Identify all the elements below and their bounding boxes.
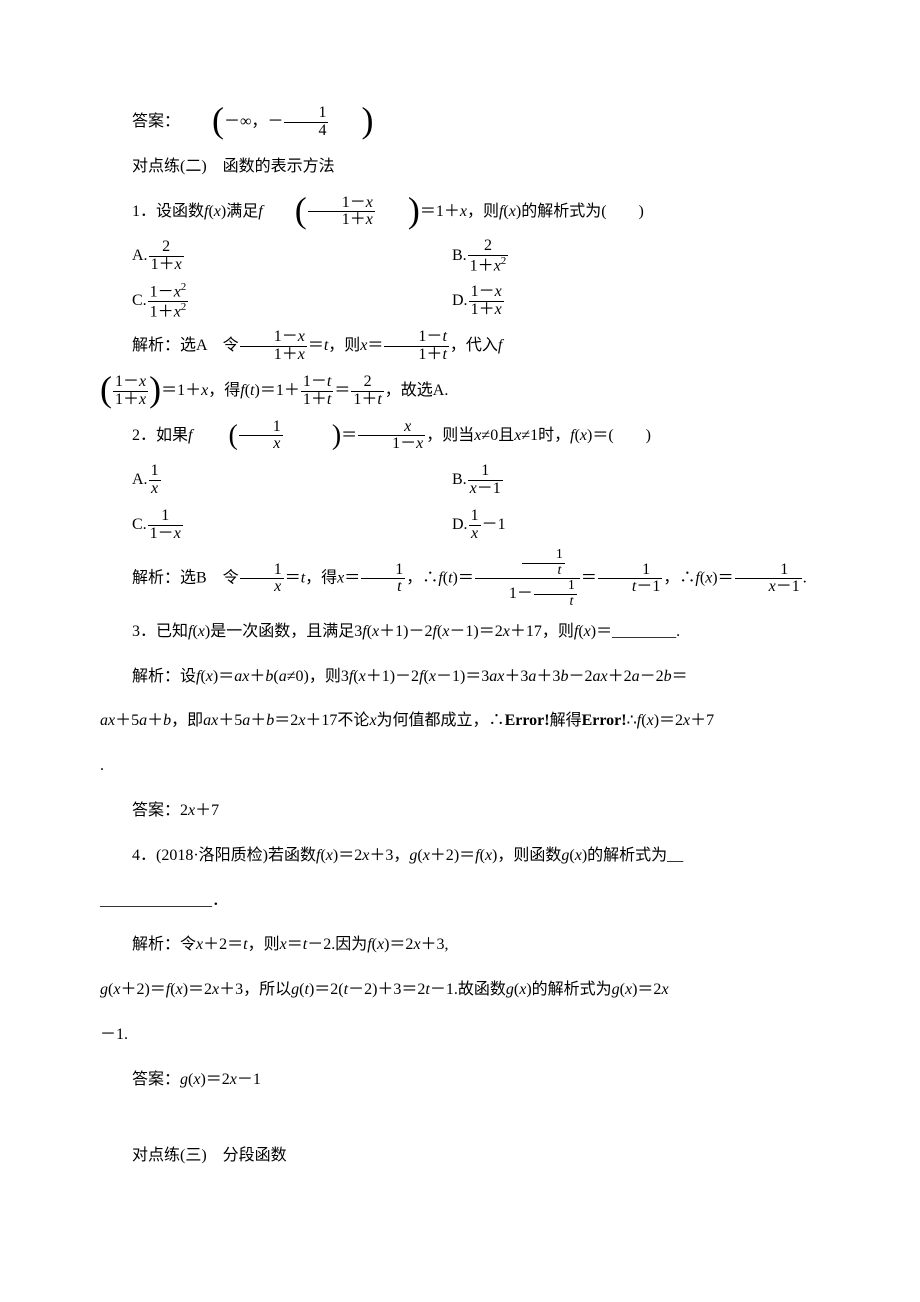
q2-choice-d: D.1x－1 (452, 503, 820, 548)
rparen-icon: ) (329, 106, 373, 135)
q1-choices-row1: A.21＋x B.21＋x2 (132, 234, 820, 279)
q1-choice-a: A.21＋x (132, 234, 452, 279)
lparen-icon: ( (100, 375, 112, 404)
q4-blank: ______________． (100, 879, 820, 924)
frac-1-4: 14 (284, 105, 328, 140)
q1-choice-c: C.1－x21＋x2 (132, 279, 452, 324)
q2-choice-c: C.11－x (132, 503, 452, 548)
q1-solution-line1: 解析：选A 令1－x1＋x＝t，则x＝1－t1＋t，代入f (100, 324, 820, 369)
q3-answer: 答案：2x＋7 (100, 789, 820, 834)
q3-solution-line2: ax＋5a＋b，即ax＋5a＋b＝2x＋17不论x为何值都成立，∴Error!解… (100, 699, 820, 744)
neg-inf: －∞， (224, 113, 267, 130)
q1-choices-row2: C.1－x21＋x2 D.1－x1＋x (132, 279, 820, 324)
rparen-icon: ) (149, 375, 161, 404)
lparen-icon: ( (180, 106, 224, 135)
q4-solution-line1: 解析：令x＋2＝t，则x＝t－2.因为f(x)＝2x＋3, (100, 923, 820, 968)
rparen-icon: ) (376, 196, 420, 225)
q1-choice-b: B.21＋x2 (452, 234, 820, 279)
q3-solution-dot: . (100, 744, 820, 789)
q4-solution-line2: g(x＋2)＝f(x)＝2x＋3，所以g(t)＝2(t－2)＋3＝2t－1.故函… (100, 968, 820, 1013)
section-2-title: 对点练(二) 函数的表示方法 (100, 145, 820, 190)
q4-stem: 4．(2018·洛阳质检)若函数f(x)＝2x＋3，g(x＋2)＝f(x)，则函… (100, 834, 820, 879)
section-3-title: 对点练(三) 分段函数 (100, 1134, 820, 1179)
q1-choice-d: D.1－x1＋x (452, 279, 820, 324)
q2-choices-row1: A.1x B.1x－1 (132, 458, 820, 503)
answer-label: 答案： (132, 113, 180, 130)
q4-solution-line3: －1. (100, 1013, 820, 1058)
q1-solution-line2: (1－x1＋x)＝1＋x，得f(t)＝1＋1－t1＋t＝21＋t，故选A. (100, 369, 820, 414)
q2-stem: 2．如果f (1x )＝x1－x，则当x≠0且x≠1时，f(x)＝( ) (100, 414, 820, 459)
q2-choices-row2: C.11－x D.1x－1 (132, 503, 820, 548)
page: 答案：(－∞，－14) 对点练(二) 函数的表示方法 1．设函数f(x)满足f(… (0, 0, 920, 1239)
nested-frac: 1t1－1t (475, 548, 580, 610)
neg-sign: － (267, 113, 283, 130)
q2-choice-a: A.1x (132, 458, 452, 503)
q4-answer: 答案：g(x)＝2x－1 (100, 1058, 820, 1103)
lparen-icon: ( (263, 196, 307, 225)
q2-solution: 解析：选B 令1x＝t，得x＝1t，∴f(t)＝1t1－1t＝1t－1，∴f(x… (100, 548, 820, 610)
q2-choice-b: B.1x－1 (452, 458, 820, 503)
answer-0: 答案：(－∞，－14) (100, 100, 820, 145)
lparen-icon: ( (196, 423, 237, 448)
spacer (100, 1102, 820, 1134)
q1-stem: 1．设函数f(x)满足f(1－x1＋x)＝1＋x，则f(x)的解析式为( ) (100, 190, 820, 235)
q3-stem: 3．已知f(x)是一次函数，且满足3f(x＋1)－2f(x－1)＝2x＋17，则… (100, 610, 820, 655)
q3-solution-line1: 解析：设f(x)＝ax＋b(a≠0)，则3f(x＋1)－2f(x－1)＝3ax＋… (100, 655, 820, 700)
frac: 1－x1＋x (308, 195, 375, 230)
rparen-icon: ) (300, 423, 341, 448)
